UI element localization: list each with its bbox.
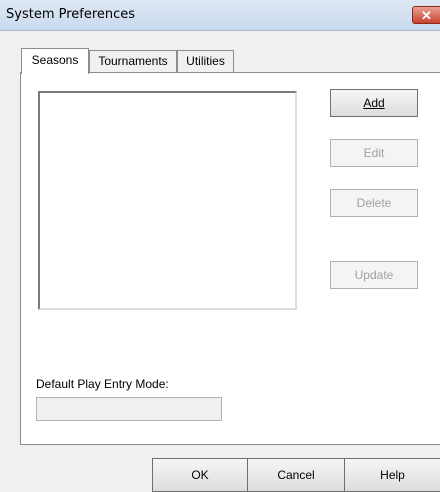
title-bar[interactable]: System Preferences ✕ bbox=[0, 0, 440, 31]
system-preferences-dialog: System Preferences ✕ Seasons Tournaments… bbox=[0, 0, 440, 492]
cancel-button-label: Cancel bbox=[277, 468, 315, 482]
edit-button-label: Edit bbox=[363, 146, 385, 160]
tab-utilities[interactable]: Utilities bbox=[177, 50, 234, 72]
tab-tournaments-label: Tournaments bbox=[98, 54, 168, 68]
tab-seasons[interactable]: Seasons bbox=[21, 48, 89, 74]
update-button[interactable]: Update bbox=[330, 261, 418, 289]
cancel-button[interactable]: Cancel bbox=[247, 458, 345, 492]
delete-button[interactable]: Delete bbox=[330, 189, 418, 217]
close-icon: ✕ bbox=[421, 8, 432, 23]
ok-button-label: OK bbox=[191, 468, 209, 482]
close-button[interactable]: ✕ bbox=[412, 6, 440, 24]
help-button-label: Help bbox=[380, 468, 405, 482]
seasons-list[interactable] bbox=[38, 91, 297, 310]
add-button[interactable]: Add bbox=[330, 89, 418, 117]
delete-button-label: Delete bbox=[356, 196, 392, 210]
tab-tournaments[interactable]: Tournaments bbox=[89, 50, 177, 72]
update-button-label: Update bbox=[354, 268, 394, 282]
window-title: System Preferences bbox=[6, 7, 136, 22]
tab-utilities-label: Utilities bbox=[186, 54, 225, 68]
edit-button[interactable]: Edit bbox=[330, 139, 418, 167]
ok-button[interactable]: OK bbox=[152, 458, 248, 492]
tab-seasons-label: Seasons bbox=[31, 53, 79, 67]
default-play-entry-mode-field[interactable] bbox=[36, 397, 222, 421]
help-button[interactable]: Help bbox=[344, 458, 440, 492]
add-button-label: Add bbox=[363, 96, 385, 110]
default-play-entry-mode-label: Default Play Entry Mode: bbox=[36, 377, 169, 391]
